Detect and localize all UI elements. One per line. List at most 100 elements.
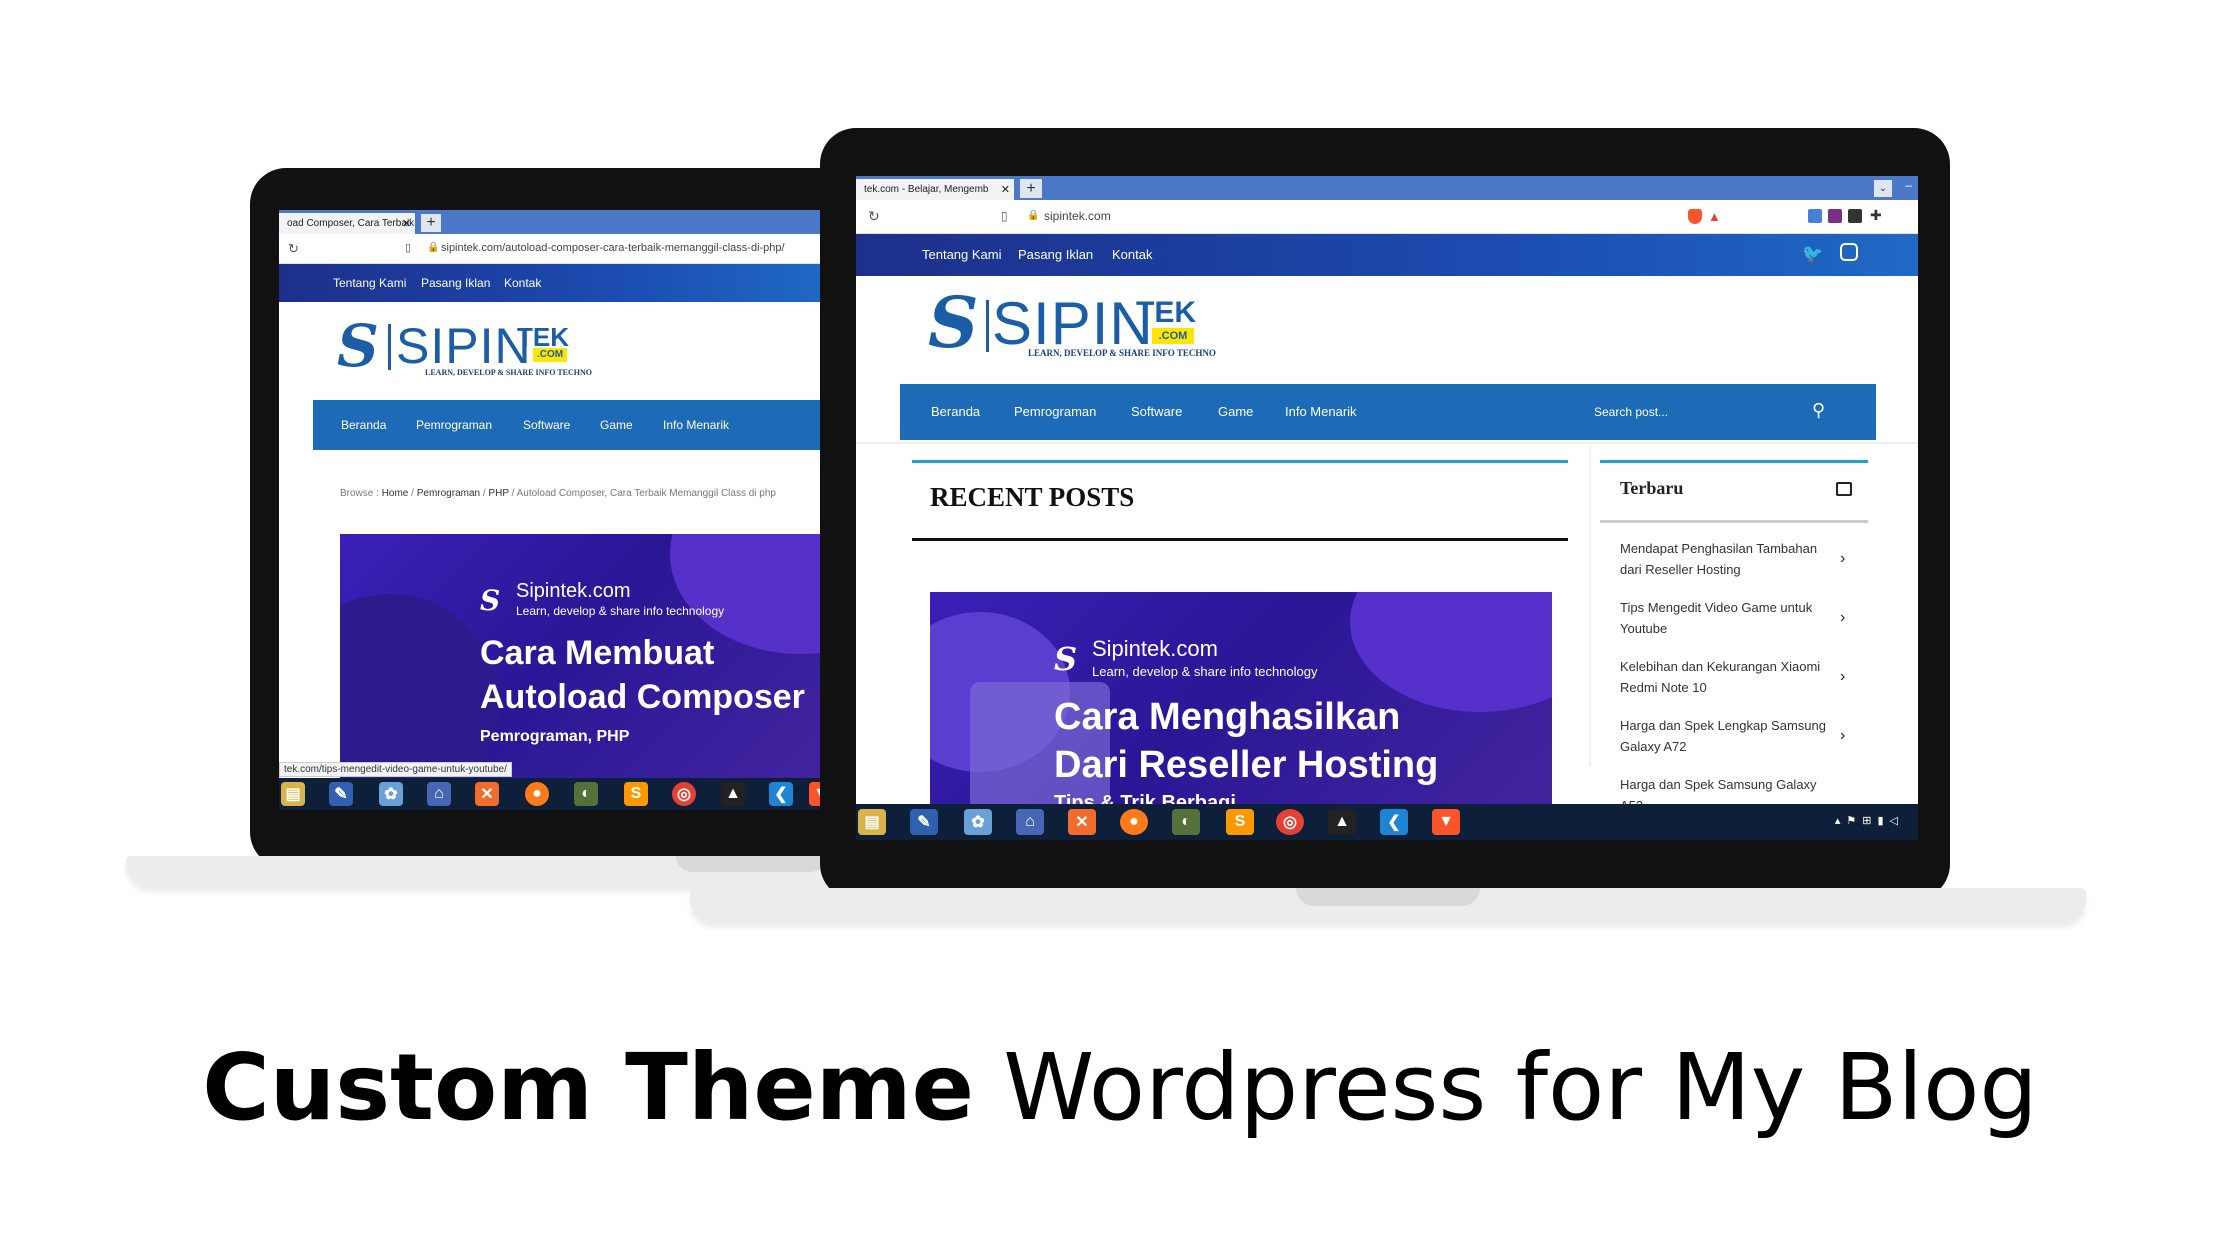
app-green-icon[interactable]: ◐ [1172, 809, 1200, 835]
banner-tagline: Learn, develop & share info technology [1092, 664, 1318, 679]
chrome-icon[interactable]: ◎ [1276, 809, 1304, 835]
vbox-icon[interactable]: ✎ [329, 782, 353, 806]
chevron-right-icon[interactable]: › [1840, 550, 1845, 568]
sidebar-post-2[interactable]: Tips Mengedit Video Game untuk Youtube [1620, 597, 1832, 639]
left-taskbar: ▤ ✎ ✿ ⌂ ✕ ● ◐ S ◎ ▲ ❮ ▼ [279, 778, 829, 810]
right-screen: tek.com - Belajar, Mengemb ✕ + ⌄ – ↻ ▯ 🔒… [856, 176, 1918, 840]
bookmark-icon[interactable]: ▯ [1001, 209, 1008, 223]
top-link-kontak[interactable]: Kontak [1112, 247, 1152, 262]
sidebar-post-4[interactable]: Harga dan Spek Lengkap Samsung Galaxy A7… [1620, 715, 1832, 757]
sidebar-top-rule [1600, 460, 1868, 463]
chrome-icon[interactable]: ◎ [672, 782, 696, 806]
menu-software[interactable]: Software [523, 418, 570, 432]
menu-beranda[interactable]: Beranda [931, 404, 980, 419]
vbox-icon[interactable]: ✎ [910, 809, 938, 835]
minimize-icon[interactable]: – [1905, 178, 1912, 192]
paint-icon[interactable]: ✿ [379, 782, 403, 806]
menu-game[interactable]: Game [600, 418, 633, 432]
left-url[interactable]: sipintek.com/autoload-composer-cara-terb… [441, 242, 785, 254]
breadcrumb-sub[interactable]: PHP [488, 488, 508, 499]
column-divider [1589, 446, 1591, 766]
right-browser-tab[interactable]: tek.com - Belajar, Mengemb ✕ [856, 179, 1014, 200]
app-green-icon[interactable]: ◐ [574, 782, 598, 806]
rewards-icon[interactable]: ▲ [1708, 209, 1721, 224]
menu-game[interactable]: Game [1218, 404, 1253, 419]
inkscape-icon[interactable]: ▲ [1328, 809, 1356, 835]
sublime-icon[interactable]: S [1226, 809, 1254, 835]
top-link-tentang[interactable]: Tentang Kami [922, 247, 1002, 262]
translate-icon[interactable] [1808, 209, 1822, 223]
right-featured-image[interactable]: S Sipintek.com Learn, develop & share in… [930, 592, 1552, 822]
breadcrumb-cat[interactable]: Pemrograman [417, 488, 480, 499]
menu-pemrograman[interactable]: Pemrograman [416, 418, 492, 432]
breadcrumb-current: / Autoload Composer, Cara Terbaik Memang… [511, 488, 776, 499]
left-address-bar: ↻ ▯ 🔒 sipintek.com/autoload-composer-car… [279, 234, 829, 264]
brave-shield-icon[interactable] [1688, 209, 1702, 224]
menu-software[interactable]: Software [1131, 404, 1182, 419]
tab-menu-icon[interactable]: ⌄ [1874, 180, 1892, 197]
brave-icon[interactable]: ▼ [1432, 809, 1460, 835]
nav-shadow-line [856, 442, 1918, 444]
top-link-pasang[interactable]: Pasang Iklan [421, 276, 490, 290]
title-rest: Wordpress for My Blog [973, 1034, 2038, 1141]
xampp-icon[interactable]: ✕ [1068, 809, 1096, 835]
new-tab-button[interactable]: + [1020, 179, 1042, 198]
breadcrumb-home[interactable]: Home [382, 488, 409, 499]
search-input[interactable]: Search post... [1594, 405, 1668, 419]
explorer-icon[interactable]: ▤ [858, 809, 886, 835]
new-tab-button[interactable]: + [421, 214, 441, 232]
menu-info[interactable]: Info Menarik [1285, 404, 1357, 419]
logo-com: .COM [533, 348, 567, 362]
sidebar-post-3[interactable]: Kelebihan dan Kekurangan Xiaomi Redmi No… [1620, 656, 1832, 698]
search-icon[interactable]: ⚲ [1812, 400, 1825, 421]
menu-info[interactable]: Info Menarik [663, 418, 729, 432]
logo-text: SIPIN [992, 290, 1154, 357]
vscode-icon[interactable]: ❮ [1380, 809, 1408, 835]
news-icon [1836, 482, 1852, 496]
xampp-icon[interactable]: ✕ [475, 782, 499, 806]
firefox-icon[interactable]: ● [1120, 809, 1148, 835]
breadcrumb: Browse : Home / Pemrograman / PHP / Auto… [340, 488, 776, 499]
vscode-icon[interactable]: ❮ [769, 782, 793, 806]
network-icon[interactable]: ⌂ [1016, 809, 1044, 835]
close-icon[interactable]: ✕ [1001, 183, 1010, 196]
banner-sub: Pemrograman, PHP [480, 728, 630, 745]
recent-top-rule [912, 460, 1568, 463]
tray-icons[interactable]: ▴⚑⊞▮◁ [1835, 814, 1904, 827]
puzzle-icon[interactable]: ✚ [1870, 207, 1882, 224]
recent-bottom-rule [912, 538, 1568, 541]
left-browser-tab[interactable]: oad Composer, Cara Terbaik ✕ [279, 213, 415, 234]
right-url[interactable]: sipintek.com [1044, 209, 1111, 223]
top-link-kontak[interactable]: Kontak [504, 276, 541, 290]
inkscape-icon[interactable]: ▲ [721, 782, 745, 806]
reload-icon[interactable]: ↻ [288, 241, 299, 257]
menu-beranda[interactable]: Beranda [341, 418, 386, 432]
chevron-right-icon[interactable]: › [1840, 727, 1845, 745]
banner-line2: Dari Reseller Hosting [1054, 744, 1439, 786]
explorer-icon[interactable]: ▤ [281, 782, 305, 806]
logo-text: SIPIN [396, 318, 532, 374]
right-tab-bar: tek.com - Belajar, Mengemb ✕ + ⌄ – [856, 176, 1918, 200]
top-link-pasang[interactable]: Pasang Iklan [1018, 247, 1093, 262]
twitter-icon[interactable]: 🐦 [1802, 244, 1823, 264]
chevron-right-icon[interactable]: › [1840, 668, 1845, 686]
firefox-icon[interactable]: ● [525, 782, 549, 806]
menu-pemrograman[interactable]: Pemrograman [1014, 404, 1096, 419]
banner-line1: Cara Membuat [480, 634, 715, 672]
sidebar-post-1[interactable]: Mendapat Penghasilan Tambahan dari Resel… [1620, 538, 1832, 580]
reader-icon[interactable] [1848, 209, 1862, 223]
right-top-nav: Tentang Kami Pasang Iklan Kontak 🐦 [856, 234, 1918, 276]
reload-icon[interactable]: ↻ [868, 208, 880, 225]
network-icon[interactable]: ⌂ [427, 782, 451, 806]
sidebar-heading-rule [1600, 520, 1868, 523]
banner-blob [340, 594, 500, 784]
paint-icon[interactable]: ✿ [964, 809, 992, 835]
extension-icon[interactable] [1828, 209, 1842, 223]
logo-divider [388, 324, 391, 370]
chevron-right-icon[interactable]: › [1840, 609, 1845, 627]
bookmark-icon[interactable]: ▯ [405, 241, 411, 254]
top-link-tentang[interactable]: Tentang Kami [333, 276, 406, 290]
close-icon[interactable]: ✕ [402, 217, 411, 230]
instagram-icon[interactable] [1840, 243, 1858, 261]
sublime-icon[interactable]: S [624, 782, 648, 806]
